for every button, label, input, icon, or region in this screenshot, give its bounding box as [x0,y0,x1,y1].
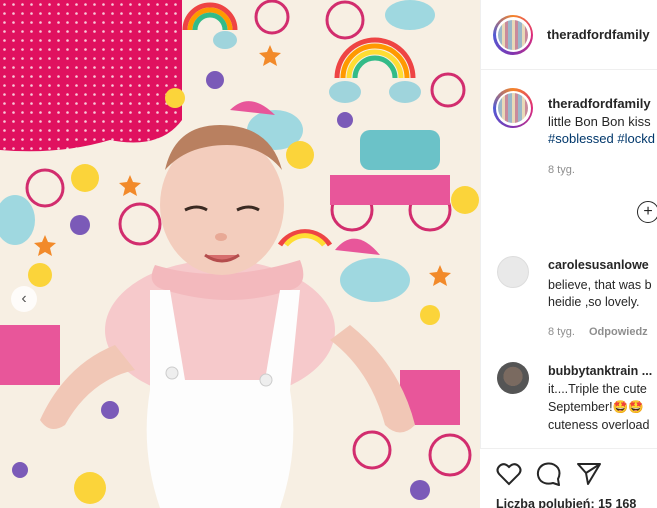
comment-username[interactable]: bubbytanktrain ... [548,364,652,378]
comment-text-line: believe, that was b [548,278,652,292]
share-icon[interactable] [576,462,602,486]
avatar[interactable] [493,14,533,55]
comment-text-line: cuteness overload [548,418,650,432]
heart-icon[interactable] [496,462,522,486]
comment-icon[interactable] [536,462,562,486]
caption-time: 8 tyg. [548,164,575,176]
reply-button[interactable]: Odpowiedz [589,326,648,338]
post-sidebar: theradfordfamily theradfordfamily little… [480,0,657,508]
plus-circle-icon[interactable]: + [637,201,657,223]
comment-text-line: heidie ,so lovely. [548,295,640,309]
caption-hashtags[interactable]: #soblessed #lockd [548,131,655,146]
comment-time: 8 tyg. [548,326,575,338]
caption-text: little Bon Bon kiss [548,114,651,129]
post-actions: Liczba polubień: 15 168 [480,448,657,508]
comment-avatar[interactable] [497,256,529,288]
caption-avatar[interactable] [493,88,533,128]
caption-username[interactable]: theradfordfamily [548,96,651,111]
like-count[interactable]: Liczba polubień: 15 168 [496,497,636,508]
photo-illustration [0,0,480,508]
comment-text-line: September!🤩🤩 [548,400,644,414]
header-username[interactable]: theradfordfamily [547,27,650,42]
comment-text-line: it....Triple the cute [548,382,647,396]
post-header: theradfordfamily [481,0,657,70]
chevron-left-icon[interactable]: ‹ [11,286,37,312]
comment-username[interactable]: carolesusanlowe [548,258,649,272]
post-photo[interactable]: ‹ [0,0,480,508]
comment-avatar[interactable] [497,362,529,394]
